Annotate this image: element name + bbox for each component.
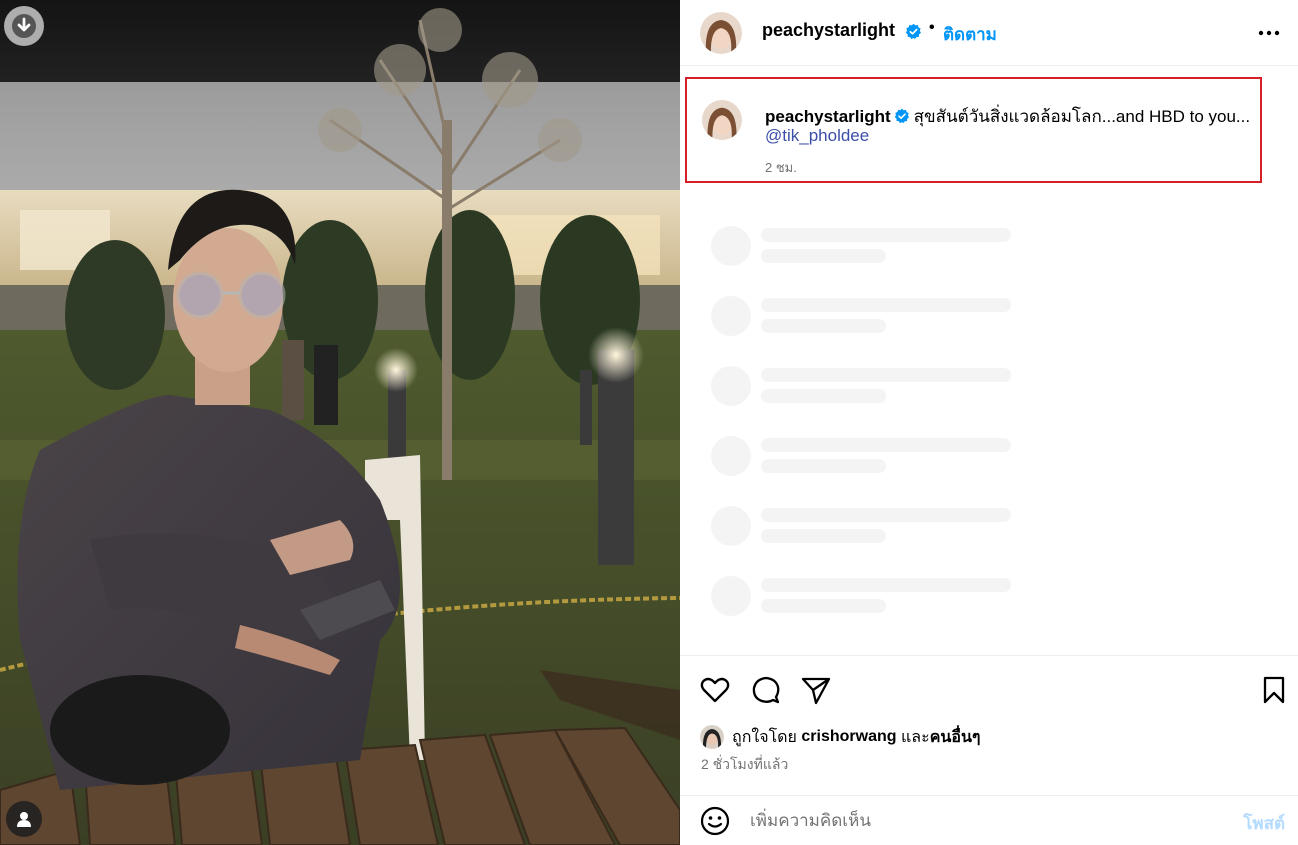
- download-button[interactable]: [4, 6, 44, 46]
- post-timestamp: 2 ชั่วโมงที่แล้ว: [701, 756, 789, 772]
- skeleton-row: [680, 425, 1298, 495]
- skeleton-line: [761, 529, 886, 543]
- author-username[interactable]: peachystarlight: [762, 20, 895, 41]
- tagged-users-button[interactable]: [6, 801, 42, 837]
- caption-highlight: peachystarlight สุขสันต์วันสิ่งแวดล้อมโล…: [685, 77, 1262, 183]
- comment-input[interactable]: [750, 808, 1200, 834]
- separator-dot: •: [929, 19, 935, 36]
- avatar-image: [700, 725, 724, 749]
- skeleton-line: [761, 599, 886, 613]
- paper-plane-icon[interactable]: [800, 674, 832, 706]
- post-side-panel: peachystarlight • ติดตาม peachystarlight…: [680, 0, 1298, 845]
- skeleton-line: [761, 249, 886, 263]
- caption-timestamp: 2 ชม.: [765, 160, 797, 175]
- avatar-image: [700, 12, 742, 54]
- caption-mention-link[interactable]: @tik_pholdee: [765, 126, 869, 146]
- liked-by-and: และ: [900, 728, 930, 746]
- skeleton-row: [680, 355, 1298, 425]
- heart-icon[interactable]: [699, 674, 731, 706]
- bookmark-icon[interactable]: [1258, 674, 1290, 706]
- liked-by-prefix: ถูกใจโดย: [732, 728, 797, 746]
- skeleton-avatar: [711, 506, 751, 546]
- verified-badge-icon: [905, 23, 921, 40]
- arrow-down-icon: [12, 14, 36, 38]
- comment-bar: โพสต์: [680, 795, 1298, 845]
- skeleton-line: [761, 298, 1011, 312]
- liked-by: ถูกใจโดย crishorwang และ คนอื่นๆ: [700, 724, 980, 750]
- user-icon: [17, 812, 31, 827]
- liked-by-username[interactable]: crishorwang: [801, 728, 896, 746]
- post-actions: ถูกใจโดย crishorwang และ คนอื่นๆ 2 ชั่วโม…: [680, 655, 1298, 785]
- post-comment-button[interactable]: โพสต์: [1243, 810, 1285, 837]
- skeleton-line: [761, 319, 886, 333]
- skeleton-line: [761, 578, 1011, 592]
- caption-author-username[interactable]: peachystarlight: [765, 107, 891, 126]
- skeleton-row: [680, 215, 1298, 285]
- skeleton-line: [761, 228, 1011, 242]
- post-header: peachystarlight • ติดตาม: [680, 0, 1298, 66]
- more-horizontal-icon[interactable]: [1258, 22, 1280, 44]
- skeleton-line: [761, 368, 1011, 382]
- emoji-icon[interactable]: [700, 806, 730, 836]
- caption-author-avatar[interactable]: [702, 100, 742, 140]
- skeleton-avatar: [711, 366, 751, 406]
- skeleton-line: [761, 438, 1011, 452]
- skeleton-line: [761, 459, 886, 473]
- skeleton-avatar: [711, 436, 751, 476]
- skeleton-avatar: [711, 296, 751, 336]
- liked-by-others-link[interactable]: คนอื่นๆ: [930, 725, 981, 750]
- comments-loading-skeleton: [680, 215, 1298, 635]
- author-avatar[interactable]: [700, 12, 742, 54]
- skeleton-line: [761, 389, 886, 403]
- verified-badge-icon: [894, 108, 909, 124]
- avatar-image: [702, 100, 742, 140]
- skeleton-avatar: [711, 576, 751, 616]
- caption-text: สุขสันต์วันสิ่งแวดล้อมโลก...and HBD to y…: [913, 107, 1251, 126]
- skeleton-line: [761, 508, 1011, 522]
- post-photo[interactable]: [0, 0, 680, 845]
- comment-bubble-icon[interactable]: [750, 674, 782, 706]
- skeleton-row: [680, 285, 1298, 355]
- skeleton-avatar: [711, 226, 751, 266]
- skeleton-row: [680, 495, 1298, 565]
- skeleton-row: [680, 565, 1298, 635]
- follow-button[interactable]: ติดตาม: [943, 21, 997, 48]
- post-image: [0, 0, 680, 845]
- liker-avatar[interactable]: [700, 725, 724, 749]
